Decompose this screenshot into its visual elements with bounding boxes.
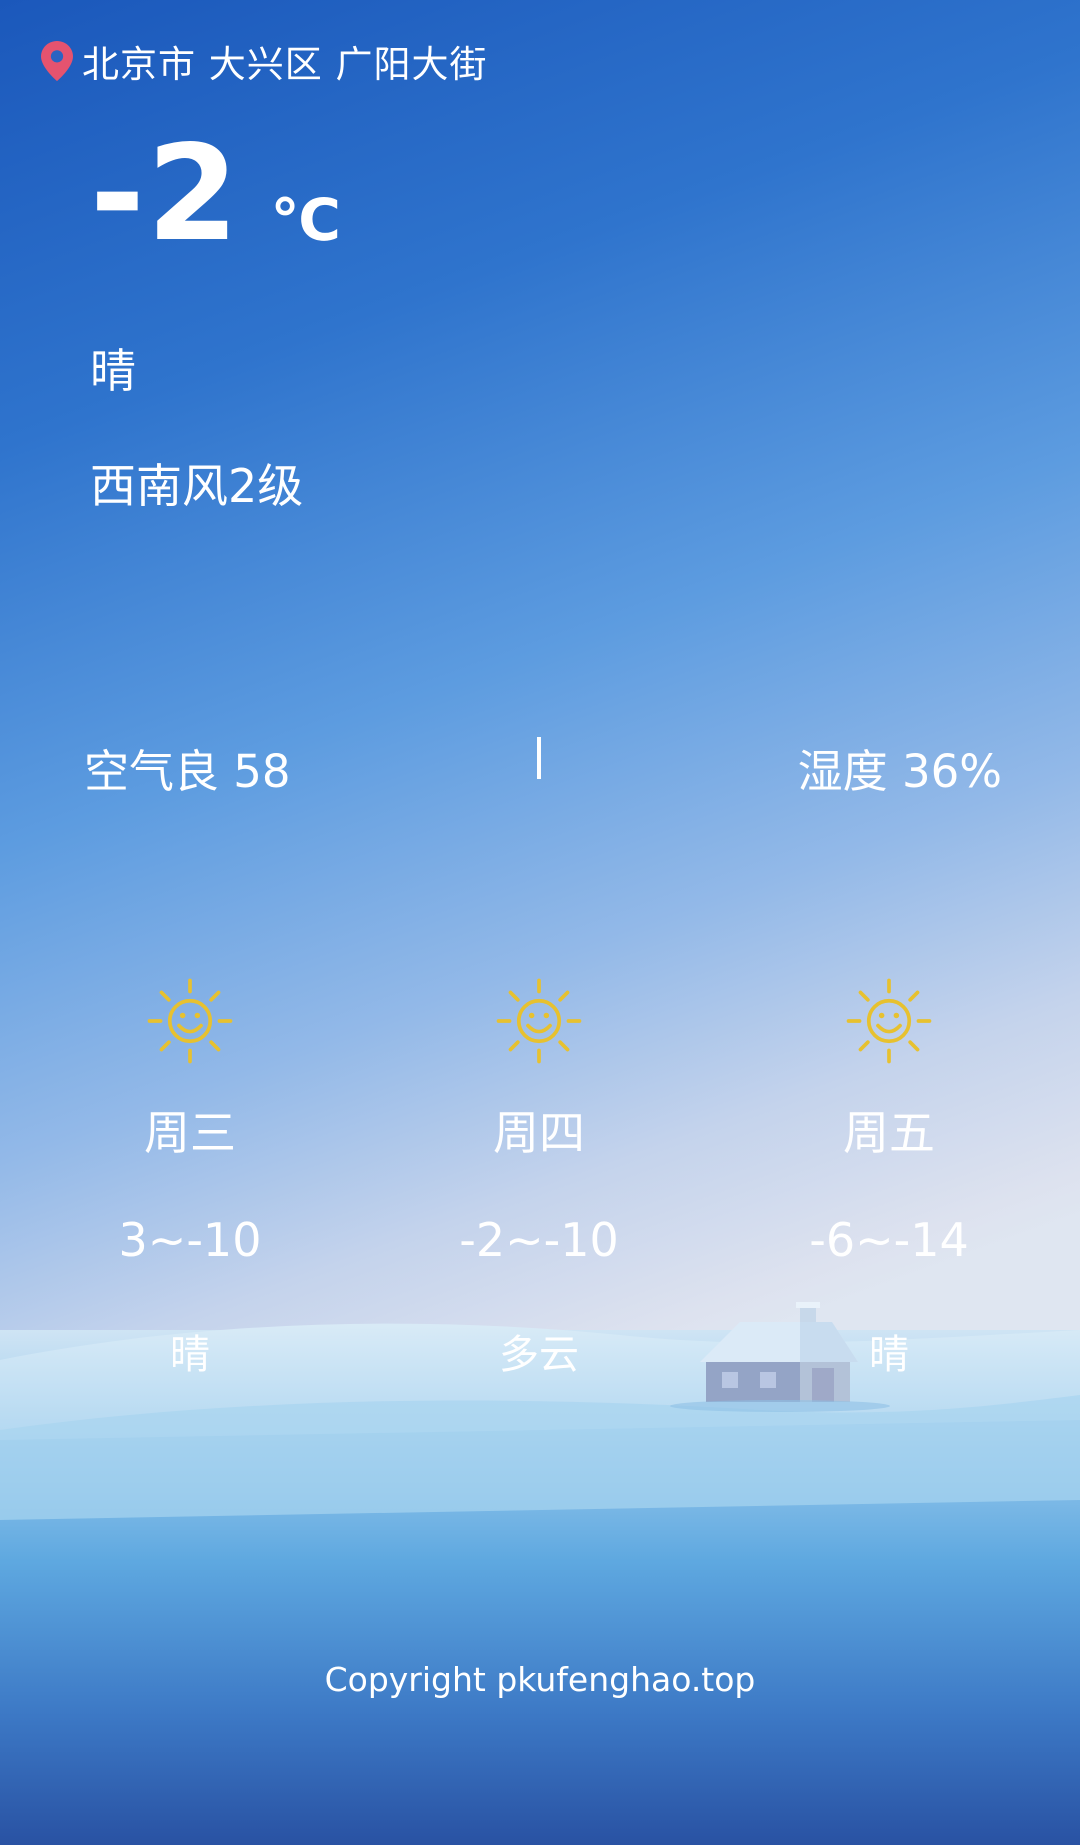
forecast-day-1: 周三 3~-10 晴: [80, 975, 300, 1380]
sun-icon: [846, 978, 932, 1064]
forecast-day-2: 周四 -2~-10 多云: [429, 975, 649, 1380]
sun-icon: [496, 978, 582, 1064]
sun-icon: [147, 978, 233, 1064]
location-bar[interactable]: 北京市 大兴区 广阳大街: [40, 34, 488, 88]
forecast-temp-range: -2~-10: [459, 1213, 619, 1267]
stats-divider: [537, 737, 541, 779]
air-quality: 空气良 58: [84, 745, 291, 798]
forecast-condition: 晴: [170, 1332, 210, 1378]
forecast-day-label: 周三: [144, 1106, 236, 1160]
forecast-day-label: 周四: [493, 1106, 585, 1160]
forecast-condition: 多云: [499, 1332, 579, 1378]
current-condition: 晴: [90, 344, 136, 398]
forecast-condition: 晴: [869, 1332, 909, 1378]
copyright-link[interactable]: Copyright pkufenghao.top: [0, 1660, 1080, 1699]
map-pin-icon: [41, 41, 73, 81]
forecast-temp-range: -6~-14: [809, 1213, 969, 1267]
location-text: 北京市 大兴区 广阳大街: [82, 43, 488, 86]
forecast-temp-range: 3~-10: [118, 1213, 262, 1267]
forecast-day-label: 周五: [843, 1106, 935, 1160]
forecast-day-3: 周五 -6~-14 晴: [779, 975, 999, 1380]
temperature-unit: ℃: [270, 186, 341, 254]
temperature-value: -2: [90, 117, 241, 271]
humidity: 湿度 36%: [797, 745, 1002, 798]
current-temperature: -2 ℃: [90, 128, 341, 260]
current-wind: 西南风2级: [90, 459, 304, 513]
